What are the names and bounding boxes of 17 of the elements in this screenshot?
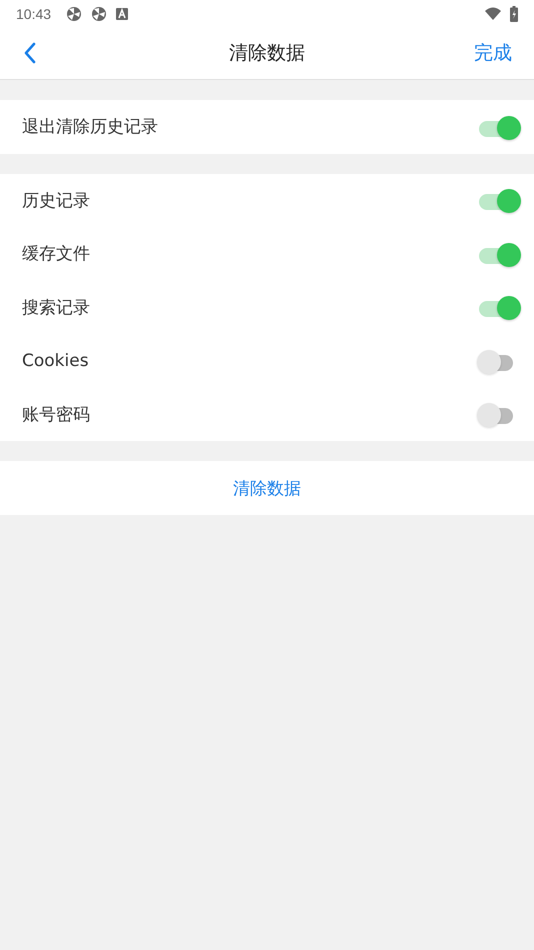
- back-icon: [24, 42, 36, 64]
- page-title: 清除数据: [229, 41, 305, 66]
- setting-label: Cookies: [22, 350, 89, 371]
- setting-label: 搜索记录: [22, 296, 90, 319]
- pinwheel-icon: [91, 6, 108, 22]
- setting-label: 历史记录: [22, 190, 90, 212]
- back-button[interactable]: [22, 40, 38, 66]
- wifi-icon: [485, 6, 501, 22]
- status-time: 10:43: [16, 6, 52, 22]
- square-a-icon: [116, 8, 128, 20]
- setting-label: 退出清除历史记录: [22, 116, 158, 138]
- setting-label: 缓存文件: [22, 243, 90, 266]
- setting-label: 账号密码: [22, 404, 90, 426]
- pinwheel-icon: [66, 6, 82, 22]
- clear-data-button[interactable]: 清除数据: [0, 461, 534, 515]
- done-button[interactable]: 完成: [474, 40, 512, 66]
- battery-icon: [510, 6, 518, 22]
